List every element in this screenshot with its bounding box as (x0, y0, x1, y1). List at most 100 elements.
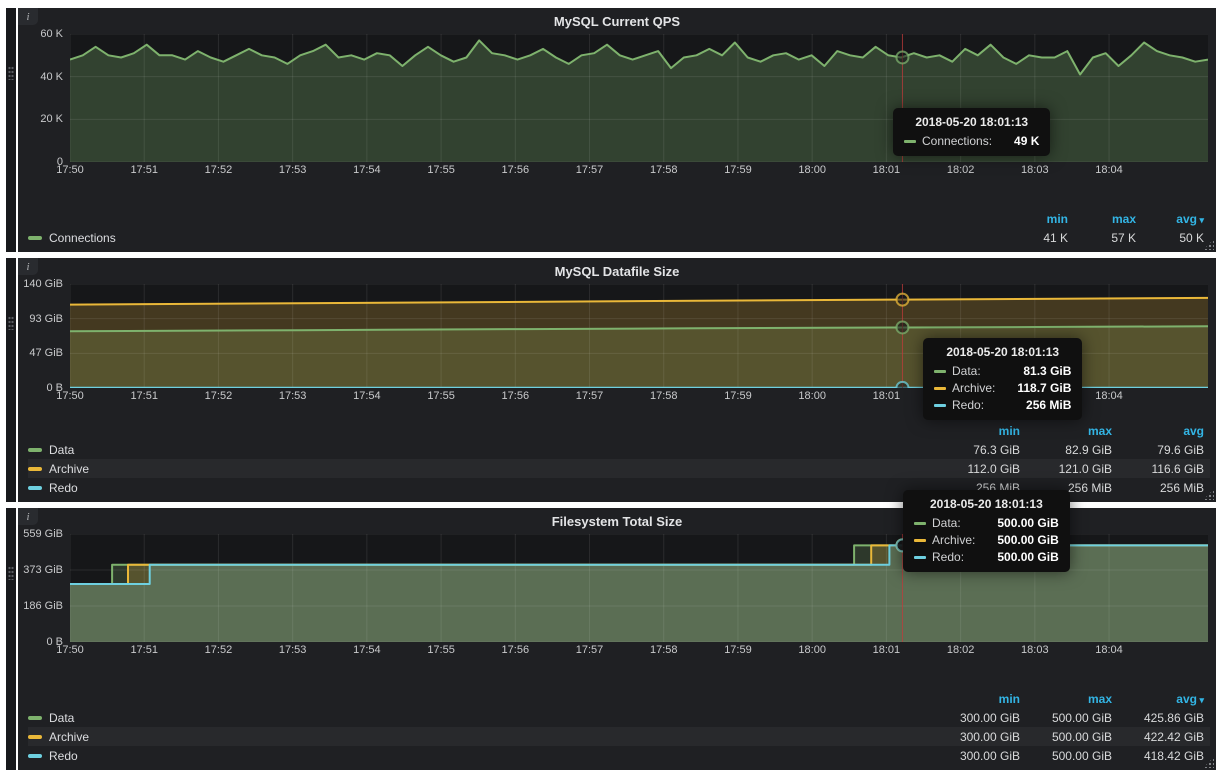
x-tick-label: 18:01 (873, 390, 901, 402)
x-tick-label: 17:57 (576, 164, 604, 176)
series-color-icon (28, 236, 42, 240)
x-tick-label: 17:54 (353, 164, 381, 176)
panel-title[interactable]: MySQL Current QPS (18, 8, 1216, 34)
panel-mysql-datafile-size: i MySQL Datafile Size 140 GiB93 GiB47 Gi… (18, 258, 1216, 502)
chart-canvas[interactable] (70, 284, 1208, 388)
x-tick-label: 17:59 (724, 164, 752, 176)
x-tick-label: 17:57 (576, 644, 604, 656)
x-tick-label: 17:55 (427, 390, 455, 402)
legend-series-toggle[interactable]: Data (28, 711, 934, 725)
panel-info-icon[interactable]: i (18, 8, 38, 25)
legend-series-toggle[interactable]: Redo (28, 481, 934, 495)
plot-area: 140 GiB93 GiB47 GiB0 B (18, 284, 1216, 388)
legend-stat-value: 425.86 GiB (1118, 711, 1210, 725)
legend: minmaxavgData76.3 GiB82.9 GiB79.6 GiBArc… (18, 421, 1216, 502)
y-tick-label: 186 GiB (23, 600, 63, 612)
x-tick-label: 17:54 (353, 390, 381, 402)
legend-stat-value: 79.6 GiB (1118, 443, 1210, 457)
series-color-icon (28, 735, 42, 739)
x-tick-label: 17:56 (502, 390, 530, 402)
y-tick-label: 93 GiB (29, 313, 63, 325)
chart-canvas[interactable] (70, 34, 1208, 162)
panel-info-icon[interactable]: i (18, 258, 38, 275)
chevron-down-icon: ▾ (1197, 215, 1204, 225)
legend-series-toggle[interactable]: Archive (28, 462, 934, 476)
legend-sort-min[interactable]: min (934, 423, 1026, 439)
legend-sort-max[interactable]: max (1026, 423, 1118, 439)
x-tick-label: 17:58 (650, 644, 678, 656)
legend-stat-value: 500.00 GiB (1026, 730, 1118, 744)
legend-sort-max[interactable]: max (1074, 211, 1142, 227)
info-icon: i (26, 511, 29, 523)
legend-sort-min[interactable]: min (1006, 211, 1074, 227)
legend-stat-value: 256 MiB (1026, 481, 1118, 495)
legend-series-toggle[interactable]: Data (28, 443, 934, 457)
x-tick-label: 18:00 (798, 644, 826, 656)
legend-series-name: Redo (49, 749, 78, 763)
x-tick-label: 18:01 (873, 164, 901, 176)
legend-series-toggle[interactable]: Connections (28, 231, 1006, 245)
x-tick-label: 17:59 (724, 644, 752, 656)
legend-row-data: Data76.3 GiB82.9 GiB79.6 GiB (28, 440, 1210, 459)
series-color-icon (28, 467, 42, 471)
panel-info-icon[interactable]: i (18, 508, 38, 525)
legend-sort-min[interactable]: min (934, 691, 1026, 707)
y-axis: 140 GiB93 GiB47 GiB0 B (18, 284, 70, 388)
x-tick-label: 18:00 (798, 390, 826, 402)
panel-drag-handle[interactable] (6, 8, 16, 252)
x-tick-label: 17:54 (353, 644, 381, 656)
y-tick-label: 140 GiB (23, 278, 63, 290)
legend-stat-value: 76.3 GiB (934, 443, 1026, 457)
legend-stat-value: 82.9 GiB (1026, 443, 1118, 457)
legend-stat-value: 418.42 GiB (1118, 749, 1210, 763)
x-tick-label: 17:55 (427, 164, 455, 176)
chart-canvas[interactable] (70, 534, 1208, 642)
drag-dots-icon (8, 316, 14, 330)
x-tick-label: 18:04 (1095, 390, 1123, 402)
x-tick-label: 18:03 (1021, 164, 1049, 176)
x-tick-label: 17:51 (130, 644, 158, 656)
legend-row-archive: Archive300.00 GiB500.00 GiB422.42 GiB (28, 727, 1210, 746)
legend-series-toggle[interactable]: Redo (28, 749, 934, 763)
x-tick-label: 17:56 (502, 644, 530, 656)
legend-series-toggle[interactable]: Archive (28, 730, 934, 744)
legend-sort-avg[interactable]: avg ▾ (1118, 691, 1210, 707)
y-axis: 559 GiB373 GiB186 GiB0 B (18, 534, 70, 642)
x-tick-label: 18:02 (947, 644, 975, 656)
x-tick-label: 18:03 (1021, 390, 1049, 402)
x-tick-label: 17:55 (427, 644, 455, 656)
info-icon: i (26, 11, 29, 23)
x-tick-label: 17:56 (502, 164, 530, 176)
legend-stat-value: 300.00 GiB (934, 711, 1026, 725)
y-tick-label: 559 GiB (23, 528, 63, 540)
legend-sort-avg[interactable]: avg ▾ (1142, 211, 1210, 227)
x-axis: 17:5017:5117:5217:5317:5417:5517:5617:57… (70, 162, 1208, 179)
drag-dots-icon (8, 566, 14, 580)
y-tick-label: 373 GiB (23, 564, 63, 576)
x-tick-label: 18:03 (1021, 644, 1049, 656)
panel-title[interactable]: MySQL Datafile Size (18, 258, 1216, 284)
legend-sort-avg[interactable]: avg (1118, 423, 1210, 439)
panel-title[interactable]: Filesystem Total Size (18, 508, 1216, 534)
x-tick-label: 17:58 (650, 164, 678, 176)
x-tick-label: 17:59 (724, 390, 752, 402)
x-axis: 17:5017:5117:5217:5317:5417:5517:5617:57… (70, 642, 1208, 659)
legend-stat-value: 300.00 GiB (934, 749, 1026, 763)
x-tick-label: 17:50 (56, 644, 84, 656)
panel-filesystem-total-size: i Filesystem Total Size 559 GiB 373 GiB 18… (18, 508, 1216, 770)
x-tick-label: 17:58 (650, 390, 678, 402)
plot-area: 559 GiB373 GiB186 GiB0 B (18, 534, 1216, 642)
x-tick-label: 17:51 (130, 164, 158, 176)
legend-stat-value: 50 K (1142, 231, 1210, 245)
legend-stat-value: 256 MiB (1118, 481, 1210, 495)
panel-drag-handle[interactable] (6, 508, 16, 770)
y-axis: 60 K40 K20 K0 (18, 34, 70, 162)
legend-series-name: Archive (49, 462, 89, 476)
series-color-icon (28, 448, 42, 452)
panel-drag-handle[interactable] (6, 258, 16, 502)
legend-series-name: Archive (49, 730, 89, 744)
x-tick-label: 18:02 (947, 164, 975, 176)
legend-sort-max[interactable]: max (1026, 691, 1118, 707)
x-tick-label: 17:52 (205, 390, 233, 402)
legend-series-name: Connections (49, 231, 116, 245)
